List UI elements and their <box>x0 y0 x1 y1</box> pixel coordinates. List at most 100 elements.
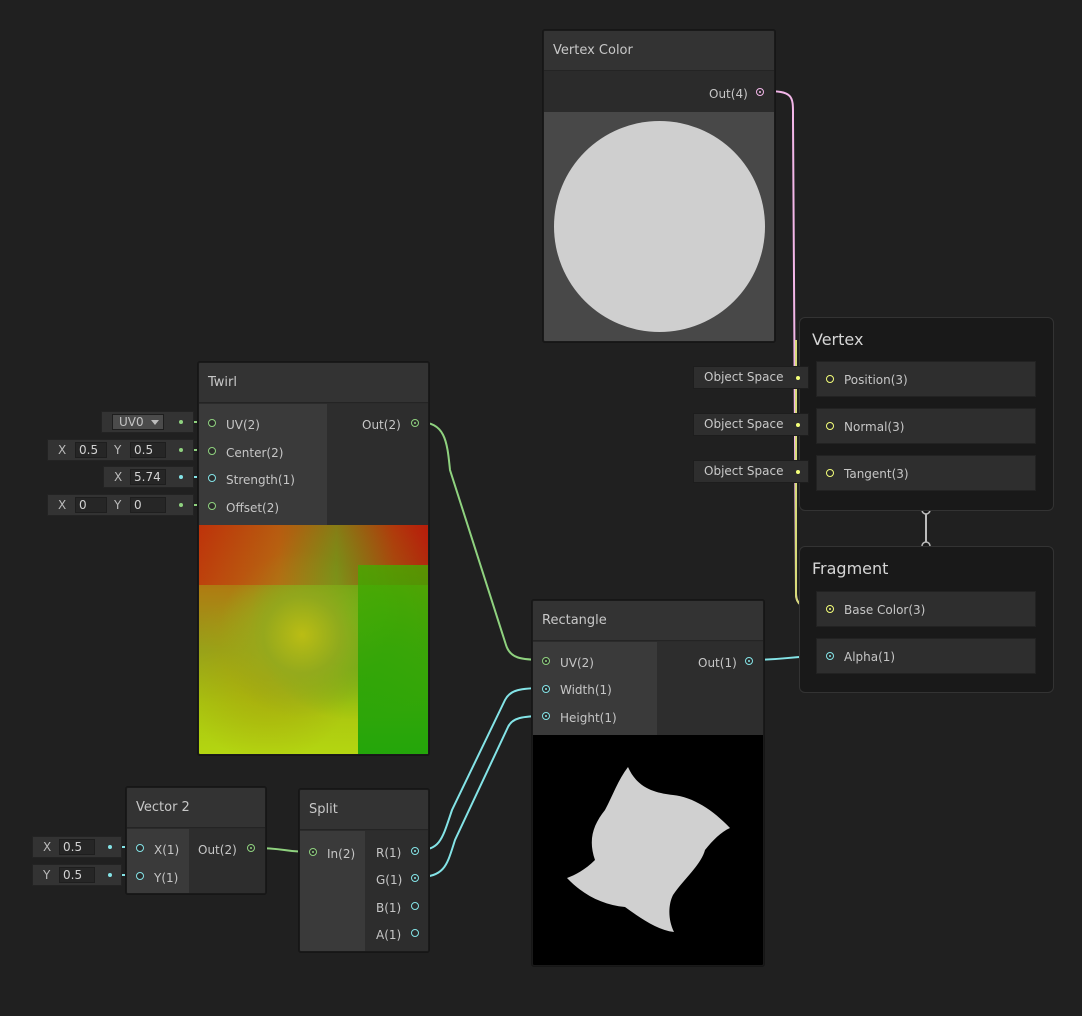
port-label-x: X(1) <box>154 843 180 857</box>
wire-twirl-to-rectangle-uv <box>417 421 546 661</box>
split-node[interactable]: Split In(2) R(1) G(1) B(1) A(1) <box>299 789 429 952</box>
center-vector-field[interactable]: X 0.5 Y 0.5 <box>47 439 194 461</box>
vector2-y-field[interactable]: Y 0.5 <box>32 864 122 886</box>
input-port-height[interactable] <box>542 712 550 720</box>
slot-label: Alpha(1) <box>844 650 896 664</box>
node-title[interactable]: Split <box>300 790 428 830</box>
normal-space-field[interactable]: Object Space <box>693 413 809 436</box>
slot-label: Tangent(3) <box>844 467 909 481</box>
port-label-center: Center(2) <box>226 446 284 460</box>
port-label-in: In(2) <box>327 847 356 861</box>
twirl-preview <box>199 525 428 754</box>
twirl-preview-right <box>358 565 428 754</box>
connector-dot <box>179 448 183 452</box>
slot-label: Position(3) <box>844 373 908 387</box>
input-port-uv[interactable] <box>208 419 216 427</box>
input-port-position[interactable] <box>826 375 834 383</box>
input-port-base-color[interactable] <box>826 605 834 613</box>
input-port-y[interactable] <box>136 872 144 880</box>
port-label-uv: UV(2) <box>226 418 260 432</box>
connector-dot <box>179 475 183 479</box>
offset-y-input[interactable]: 0 <box>130 497 166 513</box>
output-port-a[interactable] <box>411 929 419 937</box>
connector-dot <box>796 376 800 380</box>
input-port-width[interactable] <box>542 685 550 693</box>
output-port-dot[interactable] <box>247 844 255 852</box>
connector-dot <box>108 873 112 877</box>
preview-circle <box>554 121 765 332</box>
vector2-y-input[interactable]: 0.5 <box>59 867 95 883</box>
vector2-node[interactable]: Vector 2 X(1) Y(1) Out(2) <box>126 787 266 894</box>
space-label: Object Space <box>704 464 784 478</box>
fragment-block[interactable]: Fragment Base Color(3) Alpha(1) <box>799 546 1054 693</box>
x-axis-label: X <box>58 498 67 512</box>
connector-dot <box>796 423 800 427</box>
twirl-shape-preview <box>567 767 730 932</box>
slot-label: Normal(3) <box>844 420 905 434</box>
node-title[interactable]: Rectangle <box>533 601 763 641</box>
port-label-out: Out(4) <box>709 87 748 101</box>
input-port-normal[interactable] <box>826 422 834 430</box>
slot-alpha[interactable]: Alpha(1) <box>816 638 1036 674</box>
y-axis-label: Y <box>114 443 122 457</box>
output-port-g[interactable] <box>411 874 419 882</box>
node-title[interactable]: Vector 2 <box>127 788 265 828</box>
output-port-r[interactable] <box>411 847 419 855</box>
port-label-r: R(1) <box>376 846 402 860</box>
rectangle-node[interactable]: Rectangle UV(2) Width(1) Height(1) Out(1… <box>532 600 764 966</box>
wire-split-g-to-height <box>417 715 546 878</box>
port-label-y: Y(1) <box>154 871 179 885</box>
wire-split-r-to-width <box>417 687 546 851</box>
output-port-dot[interactable] <box>745 657 753 665</box>
block-title: Fragment <box>812 559 889 578</box>
port-label-strength: Strength(1) <box>226 473 295 487</box>
vertex-block[interactable]: Vertex Position(3) Normal(3) Tangent(3) <box>799 317 1054 511</box>
port-label-a: A(1) <box>376 928 402 942</box>
center-y-input[interactable]: 0.5 <box>130 442 166 458</box>
uv-channel-select[interactable]: UV0 <box>101 411 194 433</box>
input-port-offset[interactable] <box>208 502 216 510</box>
slot-tangent[interactable]: Tangent(3) <box>816 455 1036 491</box>
space-label: Object Space <box>704 417 784 431</box>
preview-panel <box>544 112 774 341</box>
x-axis-label: X <box>114 470 123 484</box>
strength-input[interactable]: 5.74 <box>130 469 166 485</box>
uv-select-box[interactable]: UV0 <box>112 414 164 430</box>
tangent-space-field[interactable]: Object Space <box>693 460 809 483</box>
port-label-g: G(1) <box>376 873 403 887</box>
x-axis-label: X <box>58 443 67 457</box>
input-port-in[interactable] <box>309 848 317 856</box>
vector2-x-field[interactable]: X 0.5 <box>32 836 122 858</box>
input-port-x[interactable] <box>136 844 144 852</box>
input-port-center[interactable] <box>208 447 216 455</box>
chevron-down-icon <box>151 420 159 425</box>
space-label: Object Space <box>704 370 784 384</box>
port-label-offset: Offset(2) <box>226 501 280 515</box>
input-port-uv[interactable] <box>542 657 550 665</box>
port-label-out: Out(1) <box>698 656 737 670</box>
slot-normal[interactable]: Normal(3) <box>816 408 1036 444</box>
output-port-dot[interactable] <box>756 88 764 96</box>
port-label-out: Out(2) <box>198 843 237 857</box>
input-port-strength[interactable] <box>208 474 216 482</box>
twirl-node[interactable]: Twirl UV(2) Center(2) Strength(1) Offset… <box>198 362 429 755</box>
strength-field[interactable]: X 5.74 <box>103 466 194 488</box>
node-title[interactable]: Vertex Color <box>544 31 774 71</box>
block-title: Vertex <box>812 330 864 349</box>
output-port-b[interactable] <box>411 902 419 910</box>
offset-x-input[interactable]: 0 <box>75 497 107 513</box>
rectangle-preview <box>533 735 763 965</box>
connector-dot <box>179 420 183 424</box>
center-x-input[interactable]: 0.5 <box>75 442 107 458</box>
slot-position[interactable]: Position(3) <box>816 361 1036 397</box>
vector2-x-input[interactable]: 0.5 <box>59 839 95 855</box>
input-port-alpha[interactable] <box>826 652 834 660</box>
vertex-color-node[interactable]: Vertex Color Out(4) <box>543 30 775 342</box>
output-port-dot[interactable] <box>411 419 419 427</box>
slot-base-color[interactable]: Base Color(3) <box>816 591 1036 627</box>
input-port-tangent[interactable] <box>826 469 834 477</box>
position-space-field[interactable]: Object Space <box>693 366 809 389</box>
offset-vector-field[interactable]: X 0 Y 0 <box>47 494 194 516</box>
y-axis-label: Y <box>114 498 122 512</box>
node-title[interactable]: Twirl <box>199 363 428 403</box>
